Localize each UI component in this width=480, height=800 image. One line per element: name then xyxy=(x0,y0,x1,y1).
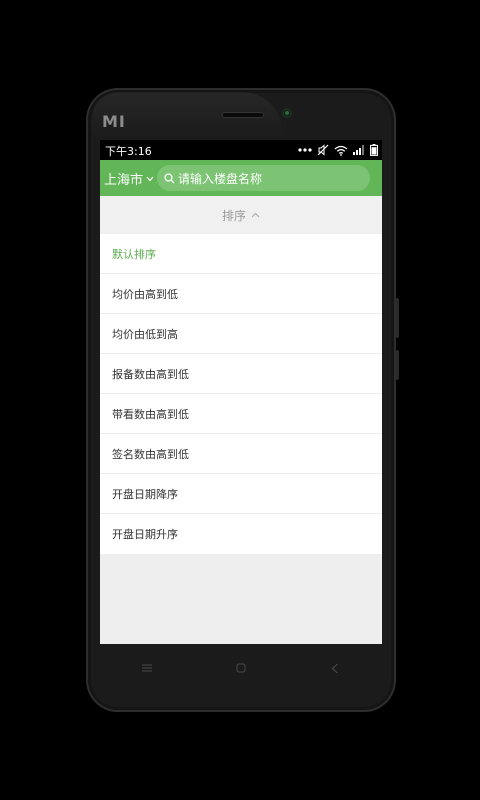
brand-logo: MI xyxy=(102,112,126,131)
sort-option-opening-date-asc[interactable]: 开盘日期升序 xyxy=(100,514,382,554)
app-screen: 下午3:16 上海市 请输入楼盘名称 排序 默认排序 均价由高到低 均价由低到高… xyxy=(100,140,382,644)
sort-option-reports-desc[interactable]: 报备数由高到低 xyxy=(100,354,382,394)
mute-icon xyxy=(317,144,329,156)
status-time: 下午3:16 xyxy=(105,145,152,158)
phone-frame: MI 下午3:16 上海市 请输入楼盘名称 排序 默认排序 均价由高到低 均价由… xyxy=(86,88,399,712)
menu-key-icon xyxy=(142,664,152,672)
front-camera xyxy=(282,108,292,118)
sort-option-price-desc[interactable]: 均价由高到低 xyxy=(100,274,382,314)
power-button xyxy=(396,350,399,380)
sort-options-list: 默认排序 均价由高到低 均价由低到高 报备数由高到低 带看数由高到低 签名数由高… xyxy=(100,234,382,554)
earpiece-speaker xyxy=(222,112,264,118)
sort-toggle[interactable]: 排序 xyxy=(100,196,382,235)
search-input[interactable]: 请输入楼盘名称 xyxy=(157,165,370,191)
chevron-up-icon xyxy=(251,212,260,218)
sort-option-price-asc[interactable]: 均价由低到高 xyxy=(100,314,382,354)
back-key[interactable] xyxy=(315,653,355,683)
back-key-icon xyxy=(331,663,338,673)
sort-option-default[interactable]: 默认排序 xyxy=(100,234,382,274)
search-icon xyxy=(164,172,175,183)
status-icons xyxy=(298,144,378,156)
volume-button xyxy=(396,298,399,338)
top-bar: 上海市 请输入楼盘名称 xyxy=(100,160,382,196)
wifi-icon xyxy=(334,145,348,156)
status-bar: 下午3:16 xyxy=(100,140,382,160)
hardware-nav-keys xyxy=(100,644,382,692)
city-label: 上海市 xyxy=(104,173,144,188)
home-key[interactable] xyxy=(221,653,261,683)
sort-option-opening-date-desc[interactable]: 开盘日期降序 xyxy=(100,474,382,514)
city-selector[interactable]: 上海市 xyxy=(104,169,154,188)
menu-key[interactable] xyxy=(127,653,167,683)
sort-option-signings-desc[interactable]: 签名数由高到低 xyxy=(100,434,382,474)
notification-dots-icon xyxy=(298,148,312,152)
home-key-icon xyxy=(236,663,246,673)
search-placeholder: 请输入楼盘名称 xyxy=(178,171,263,186)
sort-option-visits-desc[interactable]: 带看数由高到低 xyxy=(100,394,382,434)
sort-label: 排序 xyxy=(221,208,246,223)
chevron-down-icon xyxy=(146,176,154,181)
signal-icon xyxy=(353,145,364,155)
battery-icon xyxy=(370,144,378,156)
